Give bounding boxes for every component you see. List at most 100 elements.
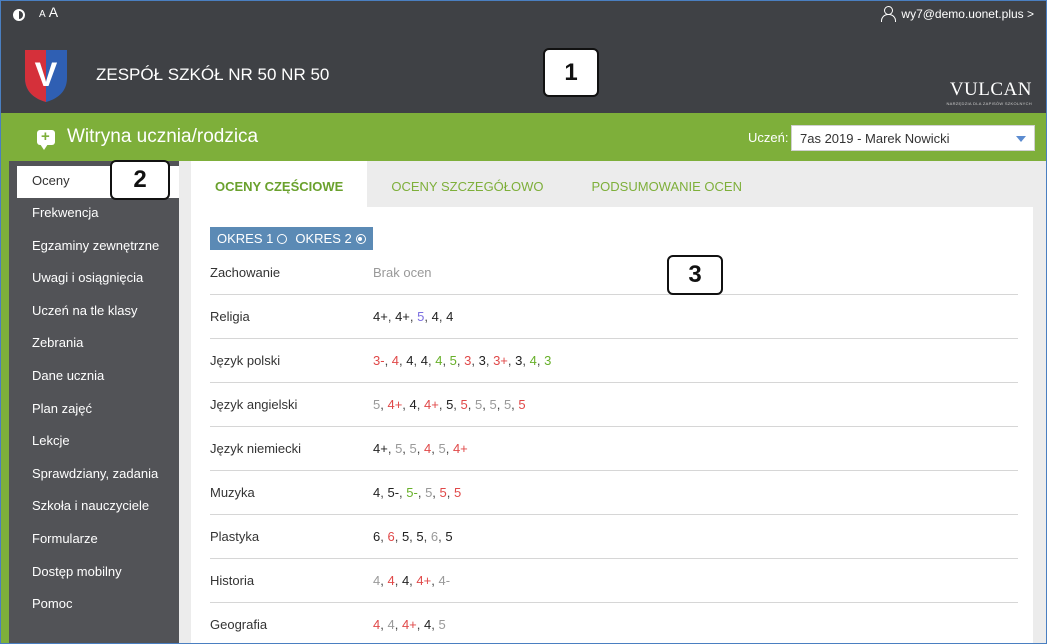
sidebar-item-label: Pomoc bbox=[32, 596, 73, 612]
user-icon bbox=[880, 6, 897, 22]
tab-oceny-czesciowe[interactable]: OCENY CZĘŚCIOWE bbox=[191, 161, 368, 207]
grade-value[interactable]: 3 bbox=[479, 353, 486, 368]
sidebar-item-zebrania[interactable]: Zebrania bbox=[9, 328, 179, 361]
grades-table: Zachowanie Brak ocen Religia 4+, 4+, 5, 4, … bbox=[210, 251, 1018, 643]
grade-value[interactable]: 4+ bbox=[402, 617, 417, 632]
tab-oceny-szczegolowo[interactable]: OCENY SZCZEGÓŁOWO bbox=[367, 161, 567, 207]
left-accent-strip bbox=[1, 161, 9, 643]
vulcan-tagline: NARZĘDZIA DLA ZAPISÓW SZKOLNYCH bbox=[946, 101, 1032, 106]
grade-value[interactable]: 4 bbox=[530, 353, 537, 368]
font-size-large[interactable]: A bbox=[49, 4, 58, 20]
grade-value[interactable]: 4+ bbox=[373, 309, 388, 324]
grade-list: 6, 6, 5, 5, 6, 5 bbox=[373, 529, 1018, 544]
grade-value[interactable]: 4 bbox=[406, 353, 413, 368]
grade-value[interactable]: 3 bbox=[544, 353, 551, 368]
radio-unchecked-icon[interactable] bbox=[277, 234, 288, 244]
grade-value[interactable]: 4 bbox=[392, 353, 399, 368]
student-label: Uczeń: bbox=[748, 130, 789, 145]
sidebar-item-label: Uczeń na tle klasy bbox=[32, 302, 138, 318]
sidebar-item-plan-zajec[interactable]: Plan zajęć bbox=[9, 394, 179, 427]
no-grades-text: Brak ocen bbox=[373, 265, 432, 280]
period-option-1[interactable]: OKRES 1 bbox=[217, 231, 288, 246]
radio-checked-icon[interactable] bbox=[355, 234, 366, 244]
grade-value[interactable]: 6 bbox=[387, 529, 394, 544]
subject-name: Zachowanie bbox=[210, 265, 281, 280]
vulcan-wordmark: VULCAN bbox=[949, 79, 1032, 100]
grade-value[interactable]: 4+ bbox=[416, 573, 431, 588]
app-window: A A wy7@demo.uonet.plus > V ZESPÓŁ SZKÓŁ… bbox=[0, 0, 1047, 644]
grade-value[interactable]: 5 bbox=[445, 529, 452, 544]
user-menu[interactable]: wy7@demo.uonet.plus > bbox=[880, 6, 1034, 22]
grade-value[interactable]: 5 bbox=[518, 397, 525, 412]
sidebar-item-label: Dane ucznia bbox=[32, 367, 105, 383]
grade-separator: , bbox=[394, 529, 402, 544]
user-email[interactable]: wy7@demo.uonet.plus > bbox=[901, 7, 1034, 21]
sidebar-item-sprawdziany[interactable]: Sprawdziany, zadania bbox=[9, 459, 179, 492]
tab-podsumowanie-ocen[interactable]: PODSUMOWANIE OCEN bbox=[568, 161, 766, 207]
grade-value[interactable]: 4 bbox=[387, 617, 394, 632]
sidebar-item-uczen-na-tle-klasy[interactable]: Uczeń na tle klasy bbox=[9, 296, 179, 329]
subject-name: Geografia bbox=[210, 617, 268, 632]
grade-value[interactable]: 4+ bbox=[387, 397, 402, 412]
sidebar-item-dane-ucznia[interactable]: Dane ucznia bbox=[9, 361, 179, 394]
grade-value[interactable]: 3- bbox=[373, 353, 385, 368]
grade-value[interactable]: 5 bbox=[440, 485, 447, 500]
sidebar-item-egzaminy[interactable]: Egzaminy zewnętrzne bbox=[9, 231, 179, 264]
grade-separator: , bbox=[446, 485, 454, 500]
chat-icon: + bbox=[37, 129, 55, 150]
grade-value[interactable]: 4 bbox=[446, 309, 453, 324]
grade-value[interactable]: 4 bbox=[410, 397, 417, 412]
table-row: Język polski 3-, 4, 4, 4, 4, 5, 3, 3, 3+,… bbox=[210, 339, 1018, 383]
table-row: Historia 4, 4, 4, 4+, 4- bbox=[210, 559, 1018, 603]
contrast-toggle-icon[interactable] bbox=[13, 9, 25, 21]
student-select[interactable]: 7as 2019 - Marek Nowicki bbox=[791, 125, 1035, 151]
period-selector: OKRES 1 OKRES 2 bbox=[210, 227, 373, 250]
grade-value[interactable]: 5 bbox=[438, 617, 445, 632]
grade-value[interactable]: 4 bbox=[432, 309, 439, 324]
grade-value[interactable]: 4+ bbox=[373, 441, 388, 456]
grade-value[interactable]: 5 bbox=[450, 353, 457, 368]
table-row: Plastyka 6, 6, 5, 5, 6, 5 bbox=[210, 515, 1018, 559]
font-size-toggle[interactable]: A A bbox=[39, 4, 58, 20]
grade-value[interactable]: 5 bbox=[461, 397, 468, 412]
grade-value[interactable]: 4+ bbox=[424, 397, 439, 412]
sidebar-item-label: Zebrania bbox=[32, 335, 84, 351]
grade-value[interactable]: 4+ bbox=[395, 309, 410, 324]
vulcan-logo: VULCAN NARZĘDZIA DLA ZAPISÓW SZKOLNYCH bbox=[946, 79, 1032, 106]
grade-value[interactable]: 5 bbox=[438, 441, 445, 456]
sidebar-item-formularze[interactable]: Formularze bbox=[9, 524, 179, 557]
callout-badge-1: 1 bbox=[543, 48, 599, 97]
main-content: OCENY CZĘŚCIOWE OCENY SZCZEGÓŁOWO PODSUM… bbox=[179, 161, 1046, 643]
subject-name: Plastyka bbox=[210, 529, 260, 544]
grade-value[interactable]: 3+ bbox=[493, 353, 508, 368]
chevron-down-icon[interactable] bbox=[1016, 136, 1026, 142]
sidebar-item-uwagi[interactable]: Uwagi i osiągnięcia bbox=[9, 263, 179, 296]
grade-separator: , bbox=[402, 441, 410, 456]
font-size-small[interactable]: A bbox=[39, 9, 46, 20]
period-option-2[interactable]: OKRES 2 bbox=[295, 231, 366, 246]
sidebar-item-dostep-mobilny[interactable]: Dostęp mobilny bbox=[9, 557, 179, 590]
sidebar-item-label: Plan zajęć bbox=[32, 400, 92, 416]
subject-name: Historia bbox=[210, 573, 255, 588]
grade-value[interactable]: 4- bbox=[438, 573, 450, 588]
table-row: Religia 4+, 4+, 5, 4, 4 bbox=[210, 295, 1018, 339]
grade-value[interactable]: 5- bbox=[387, 485, 399, 500]
grade-value[interactable]: 5- bbox=[406, 485, 418, 500]
tab-bar: OCENY CZĘŚCIOWE OCENY SZCZEGÓŁOWO PODSUM… bbox=[191, 161, 766, 207]
table-row: Język angielski 5, 4+, 4, 4+, 5, 5, 5, 5,… bbox=[210, 383, 1018, 427]
subject-name: Język polski bbox=[210, 353, 281, 368]
site-bar: + Witryna ucznia/rodzica Uczeń: 7as 2019… bbox=[1, 113, 1046, 161]
logo-letter: V bbox=[35, 56, 58, 94]
grade-value[interactable]: 5 bbox=[416, 529, 423, 544]
grade-value[interactable]: 4+ bbox=[453, 441, 468, 456]
grade-value[interactable]: 5 bbox=[454, 485, 461, 500]
sidebar-item-frekwencja[interactable]: Frekwencja bbox=[9, 198, 179, 231]
grade-separator: , bbox=[453, 397, 461, 412]
grade-value[interactable]: 5 bbox=[410, 441, 417, 456]
sidebar-item-szkola[interactable]: Szkoła i nauczyciele bbox=[9, 491, 179, 524]
grade-value[interactable]: 5 bbox=[489, 397, 496, 412]
sidebar-item-lekcje[interactable]: Lekcje bbox=[9, 426, 179, 459]
grade-value[interactable]: 4 bbox=[421, 353, 428, 368]
grade-value[interactable]: 4 bbox=[387, 573, 394, 588]
sidebar-item-pomoc[interactable]: Pomoc bbox=[9, 589, 179, 622]
